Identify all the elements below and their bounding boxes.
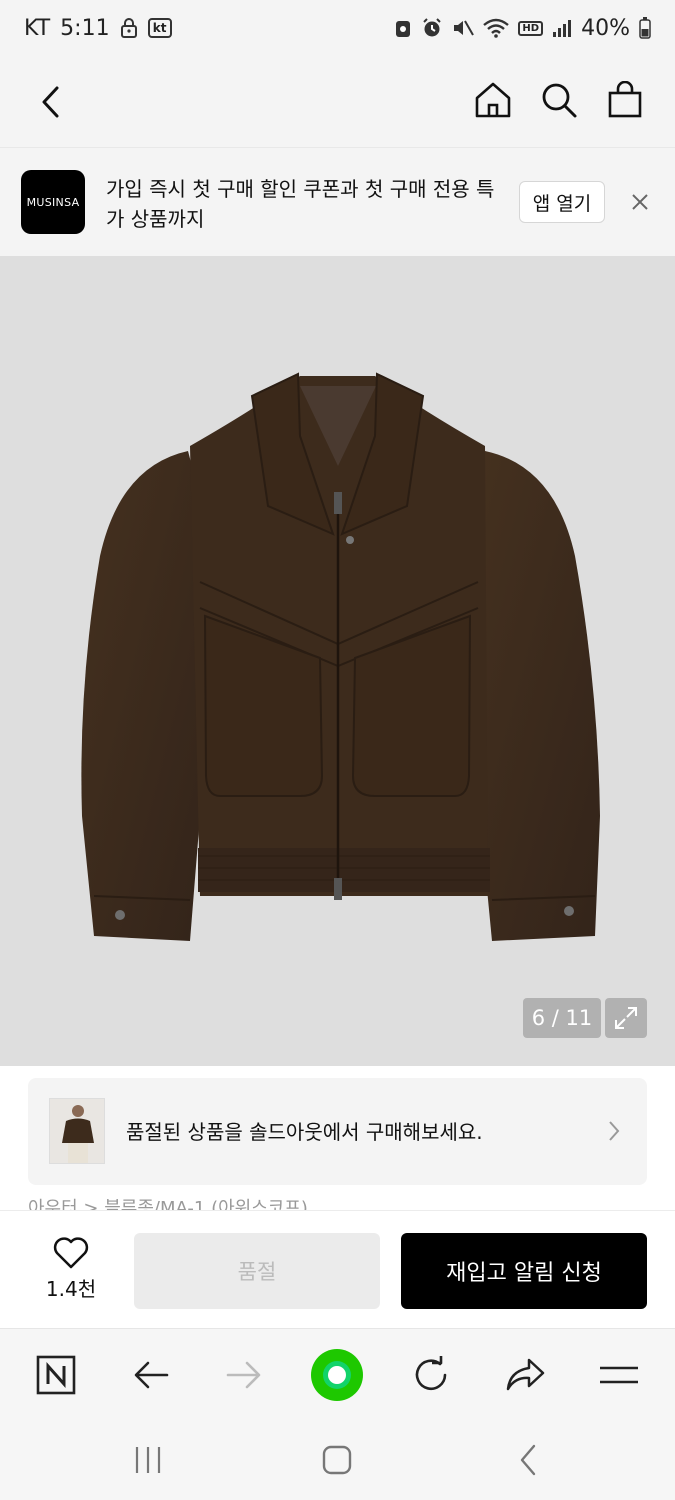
battery-percent: 40% xyxy=(581,15,630,41)
soldout-thumbnail xyxy=(49,1098,105,1164)
expand-image-button[interactable] xyxy=(605,998,647,1038)
carrier-label: KT xyxy=(24,15,51,41)
image-counter: 6 / 11 xyxy=(523,998,601,1038)
hd-voice-icon: HD xyxy=(518,20,544,36)
battery-icon xyxy=(639,17,651,39)
green-dot-button[interactable] xyxy=(311,1349,363,1401)
wifi-icon xyxy=(483,18,510,38)
musinsa-logo: MUSINSA xyxy=(21,170,85,234)
signal-icon xyxy=(552,18,572,38)
refresh-button[interactable] xyxy=(405,1349,457,1401)
soldout-button: 품절 xyxy=(134,1233,380,1309)
status-bar: KT 5:11 kt HD 40% xyxy=(0,0,675,56)
android-home-icon xyxy=(322,1445,352,1475)
android-home-button[interactable] xyxy=(312,1438,362,1482)
recent-apps-icon xyxy=(135,1447,161,1473)
cart-button[interactable] xyxy=(605,78,645,122)
menu-button[interactable] xyxy=(593,1349,645,1401)
search-icon xyxy=(542,83,577,118)
hamburger-menu-icon xyxy=(600,1366,638,1384)
android-nav-bar xyxy=(0,1420,675,1500)
close-icon xyxy=(632,194,648,210)
heart-icon xyxy=(53,1237,89,1269)
chevron-right-icon xyxy=(602,1116,626,1146)
like-button[interactable]: 1.4천 xyxy=(36,1237,106,1305)
app-notification-icon xyxy=(394,18,412,38)
arrow-right-icon xyxy=(226,1361,261,1389)
model-thumbnail-icon xyxy=(62,1105,94,1163)
recent-apps-button[interactable] xyxy=(123,1438,173,1482)
naver-home-button[interactable] xyxy=(30,1349,82,1401)
search-button[interactable] xyxy=(539,78,579,122)
promo-message: 가입 즉시 첫 구매 할인 쿠폰과 첫 구매 전용 특가 상품까지 xyxy=(106,177,495,231)
breadcrumb[interactable]: 아우터 > 블루종/MA-1 (아위스코프) xyxy=(28,1192,308,1210)
home-icon xyxy=(475,82,511,118)
android-back-button[interactable] xyxy=(503,1438,553,1482)
jacket-product-image xyxy=(81,372,600,941)
home-button[interactable] xyxy=(473,78,513,122)
browser-toolbar xyxy=(0,1328,675,1420)
android-back-icon xyxy=(520,1444,536,1476)
purchase-bar: 1.4천 품절 재입고 알림 신청 xyxy=(0,1210,675,1328)
share-button[interactable] xyxy=(499,1349,551,1401)
browser-forward-button[interactable] xyxy=(218,1349,270,1401)
naver-n-icon xyxy=(36,1355,76,1395)
restock-alert-button[interactable]: 재입고 알림 신청 xyxy=(401,1233,647,1309)
green-dot-icon xyxy=(311,1349,363,1401)
app-promo-banner: MUSINSA 가입 즉시 첫 구매 할인 쿠폰과 첫 구매 전용 특가 상품까… xyxy=(0,148,675,256)
kt-badge-icon: kt xyxy=(147,18,172,38)
share-icon xyxy=(506,1358,545,1391)
product-image-gallery[interactable]: 6 / 11 xyxy=(0,256,675,1066)
close-banner-button[interactable] xyxy=(624,186,656,218)
time-label: 5:11 xyxy=(60,15,110,41)
nav-header xyxy=(0,56,675,148)
back-button[interactable] xyxy=(30,80,70,124)
arrow-left-icon xyxy=(134,1361,169,1389)
expand-icon xyxy=(615,1007,637,1029)
alarm-icon xyxy=(421,17,443,39)
lock-icon xyxy=(120,18,138,38)
soldout-message: 품절된 상품을 솔드아웃에서 구매해보세요. xyxy=(126,1120,483,1144)
mute-icon xyxy=(452,18,475,38)
chevron-left-icon xyxy=(42,86,59,118)
soldout-link-card[interactable]: 품절된 상품을 솔드아웃에서 구매해보세요. xyxy=(28,1078,647,1185)
open-app-button[interactable]: 앱 열기 xyxy=(519,181,605,223)
like-count: 1.4천 xyxy=(45,1277,97,1301)
refresh-icon xyxy=(415,1356,447,1391)
shopping-bag-icon xyxy=(608,81,642,118)
browser-back-button[interactable] xyxy=(125,1349,177,1401)
